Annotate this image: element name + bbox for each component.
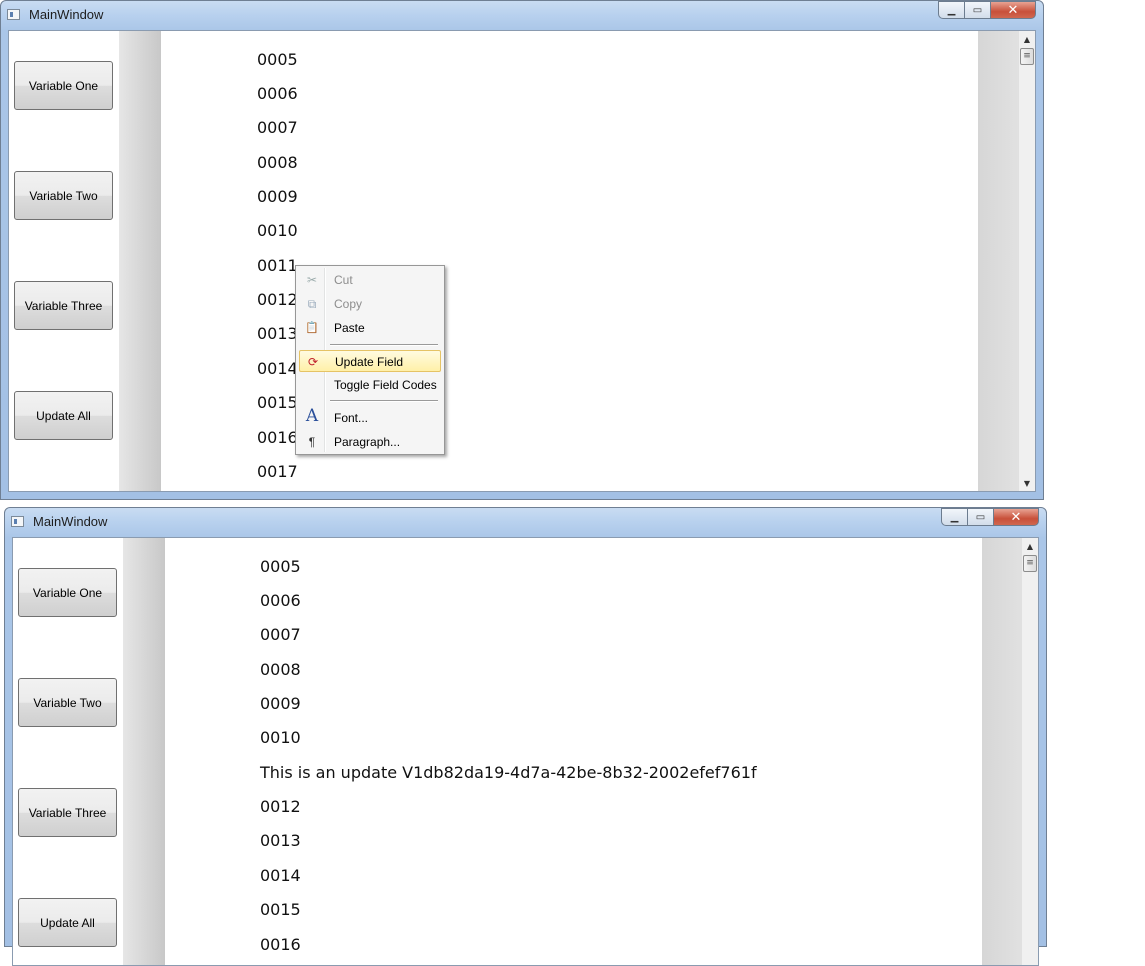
main-window-bottom: MainWindow ▁ ▭ ✕ Variable One Variable T… bbox=[4, 507, 1047, 966]
rich-text-document[interactable]: 0005 0006 0007 0008 0009 0010 0011 0012 … bbox=[161, 31, 978, 491]
document-line[interactable]: 0014 bbox=[260, 866, 301, 885]
title-bar[interactable]: MainWindow ▁ ▭ ✕ bbox=[5, 508, 1046, 537]
context-menu: ✂ Cut ⧉ Copy 📋 Paste ⟳ Update Field Togg… bbox=[295, 265, 445, 455]
menu-item-label: Toggle Field Codes bbox=[334, 378, 437, 392]
maximize-button[interactable]: ▭ bbox=[964, 1, 990, 19]
update-all-button[interactable]: Update All bbox=[14, 391, 113, 440]
menu-item-copy[interactable]: ⧉ Copy bbox=[299, 293, 441, 315]
document-right-margin bbox=[978, 31, 1022, 491]
menu-item-toggle-field-codes[interactable]: Toggle Field Codes bbox=[299, 374, 441, 396]
document-line[interactable]: 0010 bbox=[260, 728, 301, 747]
title-bar[interactable]: MainWindow ▁ ▭ ✕ bbox=[1, 1, 1043, 30]
document-line[interactable]: 0005 bbox=[257, 50, 298, 69]
vertical-scrollbar[interactable]: ▲ ≡ bbox=[1021, 538, 1038, 965]
document-line[interactable]: 0008 bbox=[257, 153, 298, 172]
scroll-down-icon[interactable]: ▼ bbox=[1019, 475, 1035, 491]
scroll-thumb[interactable]: ≡ bbox=[1020, 48, 1034, 65]
minimize-button[interactable]: ▁ bbox=[938, 1, 964, 19]
caption-buttons: ▁ ▭ ✕ bbox=[941, 508, 1039, 526]
document-line[interactable]: 0009 bbox=[260, 694, 301, 713]
font-icon: A bbox=[305, 406, 319, 426]
document-line[interactable]: 0009 bbox=[257, 187, 298, 206]
menu-item-label: Copy bbox=[334, 297, 363, 311]
document-line[interactable]: 0012 bbox=[260, 797, 301, 816]
menu-separator bbox=[330, 400, 438, 402]
document-line[interactable]: 0005 bbox=[260, 557, 301, 576]
document-line[interactable]: 0014 bbox=[257, 359, 298, 378]
document-line[interactable]: 0013 bbox=[260, 831, 301, 850]
menu-item-label: Update Field bbox=[335, 355, 404, 369]
clipboard-icon: 📋 bbox=[305, 322, 319, 334]
menu-item-label: Font... bbox=[334, 411, 369, 425]
updated-field-line[interactable]: This is an update V1db82da19-4d7a-42be-8… bbox=[260, 763, 757, 782]
document-line[interactable]: 0006 bbox=[260, 591, 301, 610]
close-button[interactable]: ✕ bbox=[993, 508, 1039, 526]
paragraph-icon: ¶ bbox=[308, 435, 316, 449]
menu-item-paragraph[interactable]: ¶ Paragraph... bbox=[299, 431, 441, 453]
minimize-button[interactable]: ▁ bbox=[941, 508, 967, 526]
maximize-button[interactable]: ▭ bbox=[967, 508, 993, 526]
document-line[interactable]: 0011 bbox=[257, 256, 298, 275]
scroll-up-icon[interactable]: ▲ bbox=[1022, 538, 1038, 554]
menu-item-update-field[interactable]: ⟳ Update Field bbox=[299, 350, 441, 372]
document-line[interactable]: 0017 bbox=[257, 462, 298, 481]
document-line[interactable]: 0010 bbox=[257, 221, 298, 240]
vertical-scrollbar[interactable]: ▲ ≡ ▼ bbox=[1018, 31, 1035, 491]
main-window-top: MainWindow ▁ ▭ ✕ Variable One Variable T… bbox=[0, 0, 1044, 500]
variable-three-button[interactable]: Variable Three bbox=[18, 788, 117, 837]
menu-item-cut[interactable]: ✂ Cut bbox=[299, 269, 441, 291]
document-right-margin bbox=[982, 538, 1026, 965]
document-line[interactable]: 0007 bbox=[260, 625, 301, 644]
copy-icon: ⧉ bbox=[307, 297, 317, 311]
document-line[interactable]: 0008 bbox=[260, 660, 301, 679]
document-line[interactable]: 0013 bbox=[257, 324, 298, 343]
document-line[interactable]: 0006 bbox=[257, 84, 298, 103]
app-window-icon[interactable] bbox=[11, 516, 24, 527]
document-left-margin bbox=[119, 31, 161, 491]
document-line[interactable]: 0007 bbox=[257, 118, 298, 137]
update-field-icon: ⟳ bbox=[307, 355, 319, 369]
menu-separator bbox=[330, 344, 438, 346]
menu-item-label: Paste bbox=[334, 321, 365, 335]
variable-two-button[interactable]: Variable Two bbox=[14, 171, 113, 220]
variable-three-button[interactable]: Variable Three bbox=[14, 281, 113, 330]
app-window-icon[interactable] bbox=[7, 9, 20, 20]
update-all-button[interactable]: Update All bbox=[18, 898, 117, 947]
window-client-area: Variable One Variable Two Variable Three… bbox=[8, 30, 1036, 492]
variable-one-button[interactable]: Variable One bbox=[18, 568, 117, 617]
window-title: MainWindow bbox=[33, 514, 108, 529]
document-line[interactable]: 0015 bbox=[257, 393, 298, 412]
document-line[interactable]: 0012 bbox=[257, 290, 298, 309]
menu-item-font[interactable]: A Font... bbox=[299, 407, 441, 429]
window-title: MainWindow bbox=[29, 7, 104, 22]
close-button[interactable]: ✕ bbox=[990, 1, 1036, 19]
document-line[interactable]: 0015 bbox=[260, 900, 301, 919]
scroll-thumb[interactable]: ≡ bbox=[1023, 555, 1037, 572]
window-client-area: Variable One Variable Two Variable Three… bbox=[12, 537, 1039, 966]
scissors-icon: ✂ bbox=[306, 273, 318, 287]
document-left-margin bbox=[123, 538, 165, 965]
rich-text-document[interactable]: 0005 0006 0007 0008 0009 0010 This is an… bbox=[165, 538, 982, 965]
variable-one-button[interactable]: Variable One bbox=[14, 61, 113, 110]
variable-two-button[interactable]: Variable Two bbox=[18, 678, 117, 727]
menu-item-label: Paragraph... bbox=[334, 435, 401, 449]
menu-item-paste[interactable]: 📋 Paste bbox=[299, 317, 441, 339]
button-panel: Variable One Variable Two Variable Three… bbox=[9, 31, 119, 491]
scroll-up-icon[interactable]: ▲ bbox=[1019, 31, 1035, 47]
document-line[interactable]: 0016 bbox=[257, 428, 298, 447]
menu-item-label: Cut bbox=[334, 273, 353, 287]
button-panel: Variable One Variable Two Variable Three… bbox=[13, 538, 123, 965]
caption-buttons: ▁ ▭ ✕ bbox=[938, 1, 1036, 19]
